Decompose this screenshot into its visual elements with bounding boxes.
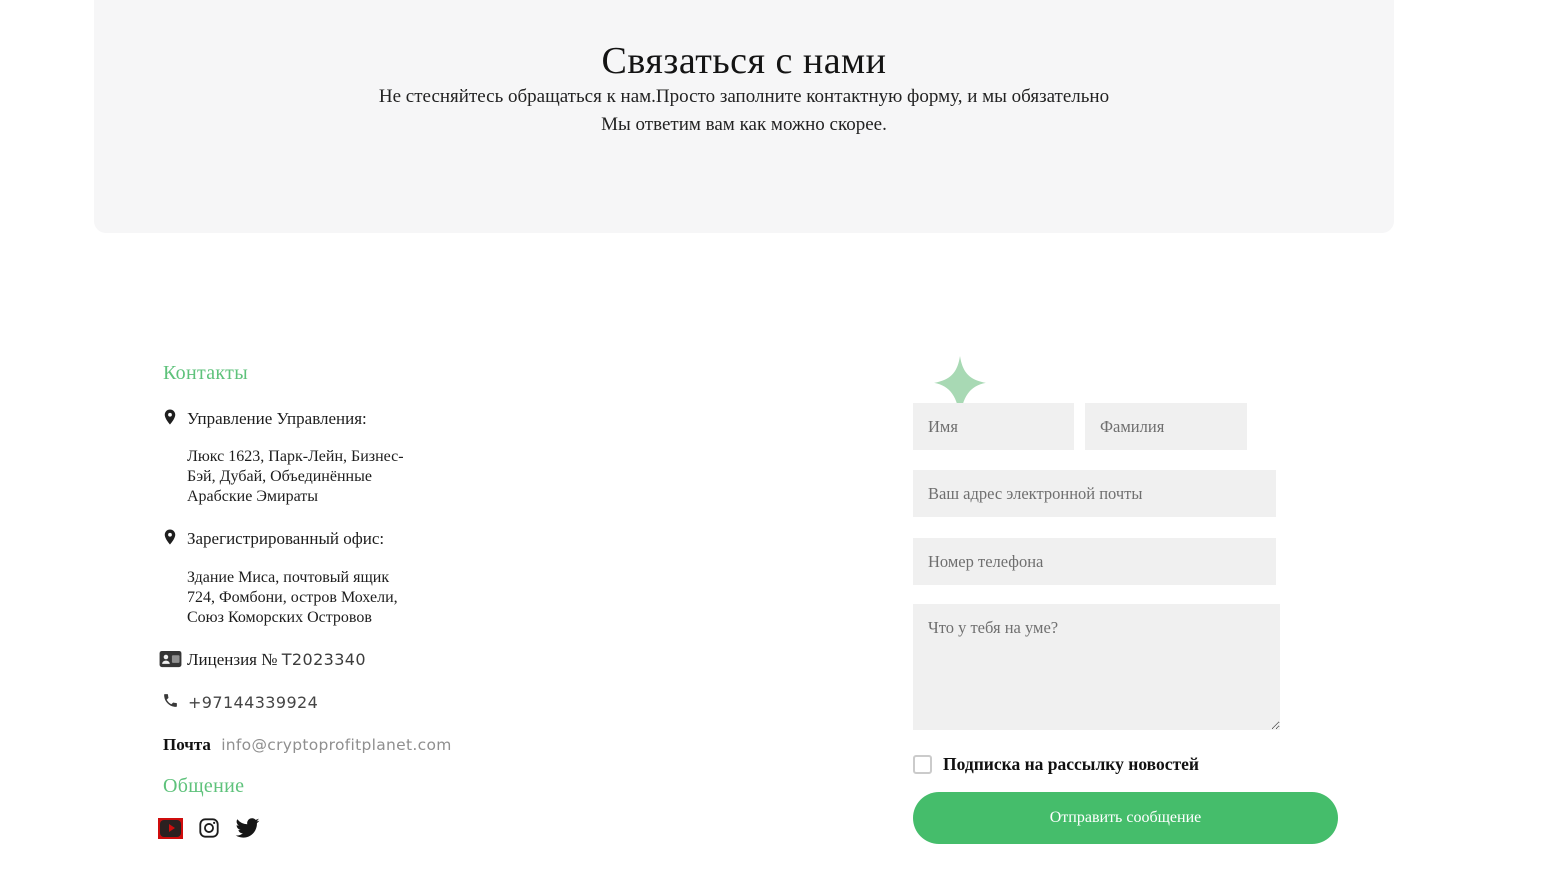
id-card-icon (159, 650, 182, 674)
message-textarea[interactable] (913, 604, 1280, 730)
location-pin-icon (161, 407, 179, 432)
send-message-button[interactable]: Отправить сообщение (913, 792, 1338, 844)
page-subtitle: Не стесняйтесь обращаться к нам.Просто з… (94, 83, 1394, 139)
instagram-icon[interactable] (198, 817, 220, 839)
office-1-address: Люкс 1623, Парк-Лейн, Бизнес- Бэй, Дубай… (187, 448, 404, 505)
office-2-title: Зарегистрированный офис: (187, 529, 385, 548)
hero-section: Связаться с нами Не стесняйтесь обращать… (94, 0, 1394, 233)
contact-page: Связаться с нами Не стесняйтесь обращать… (0, 0, 1543, 871)
office-1-title: Управление Управления: (187, 409, 367, 428)
social-heading: Общение (163, 775, 245, 797)
office-2-address: Здание Миса, почтовый ящик 724, Фомбони,… (187, 569, 398, 626)
last-name-input[interactable] (1085, 403, 1247, 450)
location-pin-icon (161, 527, 179, 552)
phone-icon (162, 692, 179, 714)
subtitle-line-1: Не стесняйтесь обращаться к нам.Просто з… (378, 86, 1110, 107)
mail-label: Почта (163, 735, 211, 754)
newsletter-label[interactable]: Подписка на рассылку новостей (943, 754, 1199, 775)
mail-row: Почта info@cryptoprofitplanet.com (163, 735, 452, 755)
first-name-input[interactable] (913, 403, 1074, 450)
email-input[interactable] (913, 470, 1276, 517)
license-row: Лицензия № T2023340 (187, 650, 366, 670)
page-title: Связаться с нами (601, 40, 887, 83)
license-number: T2023340 (281, 650, 366, 669)
twitter-icon[interactable] (235, 817, 260, 839)
newsletter-checkbox[interactable] (913, 755, 932, 774)
youtube-icon[interactable] (158, 817, 183, 839)
license-label: Лицензия № (187, 650, 278, 669)
email-address[interactable]: info@cryptoprofitplanet.com (221, 736, 451, 754)
phone-number: +97144339924 (188, 693, 319, 712)
contacts-heading: Контакты (163, 362, 248, 384)
phone-input[interactable] (913, 538, 1276, 585)
social-links (158, 817, 260, 839)
subtitle-line-2: Мы ответим вам как можно скорее. (601, 114, 887, 135)
